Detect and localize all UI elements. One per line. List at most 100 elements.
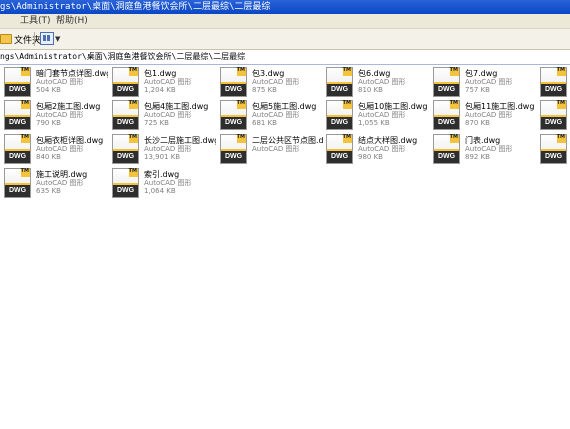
file-item[interactable]: TM DWG 包6.dwg AutoCAD 图形 810 KB	[326, 67, 431, 100]
dwg-file-icon: TM DWG	[540, 100, 567, 130]
file-item[interactable]: TM DWG 包3.dwg AutoCAD 图形 875 KB	[220, 67, 325, 100]
file-name: 包厢4施工图.dwg	[144, 102, 209, 111]
file-size: 875 KB	[252, 86, 277, 94]
file-type: AutoCAD 图形	[465, 78, 513, 86]
file-size: 980 KB	[358, 153, 383, 161]
file-type: AutoCAD 图形	[36, 145, 84, 153]
address-bar[interactable]: ngs\Administrator\桌面\洞庭鱼港餐饮会所\二层最综\二层最综	[0, 50, 570, 65]
menu-help[interactable]: 帮助(H)	[56, 14, 88, 28]
chevron-down-icon: ▼	[55, 34, 61, 43]
file-item[interactable]: TM DWG 暗门套节点详图.dwg AutoCAD 图形 504 KB	[4, 67, 109, 100]
file-type: AutoCAD 图形	[358, 111, 406, 119]
file-name: 包3.dwg	[252, 69, 285, 78]
file-type: AutoCAD 图形	[252, 145, 300, 153]
icon-trademark: TM	[556, 67, 565, 73]
file-item[interactable]: TM DWG 二层公共区节点图.dwgAutoCAD 图形	[220, 134, 325, 167]
dwg-file-icon: TM DWG	[433, 67, 460, 97]
file-name: 包厢11施工图.dwg	[465, 102, 535, 111]
file-type: AutoCAD 图形	[465, 111, 513, 119]
icon-label: DWG	[541, 84, 566, 96]
icon-trademark: TM	[128, 168, 137, 174]
file-item[interactable]: TM DWG 包厢5施工图.dwg AutoCAD 图形 681 KB	[220, 100, 325, 133]
icon-label: DWG	[327, 151, 352, 163]
icon-trademark: TM	[128, 134, 137, 140]
icon-trademark: TM	[236, 100, 245, 106]
icon-trademark: TM	[128, 67, 137, 73]
dwg-file-icon: TM DWG	[540, 67, 567, 97]
icon-label: DWG	[434, 151, 459, 163]
icon-label: DWG	[327, 117, 352, 129]
dwg-file-icon: TM DWG	[433, 100, 460, 130]
dwg-file-icon: TM DWG	[540, 134, 567, 164]
file-item[interactable]: TM DWG 包厢11施工图.dwg AutoCAD 图形 870 KB	[433, 100, 538, 133]
file-name: 暗门套节点详图.dwg	[36, 69, 108, 78]
file-name: 包厢衣柜详图.dwg	[36, 136, 104, 145]
dwg-file-icon: TM DWG	[220, 134, 247, 164]
file-item[interactable]: TM DWG 包1.dwg AutoCAD 图形 1,204 KB	[112, 67, 217, 100]
dwg-file-icon: TM DWG	[112, 100, 139, 130]
file-size: 840 KB	[36, 153, 61, 161]
icon-trademark: TM	[20, 100, 29, 106]
dwg-file-icon: TM DWG	[112, 134, 139, 164]
file-name: 施工说明.dwg	[36, 170, 88, 179]
dwg-file-icon: TM DWG	[433, 134, 460, 164]
file-size: 757 KB	[465, 86, 490, 94]
file-item[interactable]: TM DWG 长沙二层施工图.dwg AutoCAD 图形 13,901 KB	[112, 134, 217, 167]
file-size: 725 KB	[144, 119, 169, 127]
file-item[interactable]: TM DWG 索引.dwg AutoCAD 图形 1,064 KB	[112, 168, 217, 201]
icon-label: DWG	[327, 84, 352, 96]
address-path: ngs\Administrator\桌面\洞庭鱼港餐饮会所\二层最综\二层最综	[0, 52, 246, 61]
file-item[interactable]: TM DWG 包厢10施工图.dwg AutoCAD 图形 1,055 KB	[326, 100, 431, 133]
dwg-file-icon: TM DWG	[4, 67, 31, 97]
dwg-file-icon: TM DWG	[112, 67, 139, 97]
file-item[interactable]: TM DWG	[540, 100, 570, 133]
icon-label: DWG	[5, 117, 30, 129]
file-item[interactable]: TM DWG 施工说明.dwg AutoCAD 图形 635 KB	[4, 168, 109, 201]
icon-label: DWG	[434, 84, 459, 96]
file-name: 包厢2施工图.dwg	[36, 102, 101, 111]
file-item[interactable]: TM DWG 结点大样图.dwg AutoCAD 图形 980 KB	[326, 134, 431, 167]
file-item[interactable]: TM DWG 门表.dwg AutoCAD 图形 892 KB	[433, 134, 538, 167]
icon-label: DWG	[113, 117, 138, 129]
window-title: gs\Administrator\桌面\洞庭鱼港餐饮会所\二层最综\二层最综	[0, 2, 271, 12]
icon-label: DWG	[221, 84, 246, 96]
icon-label: DWG	[5, 84, 30, 96]
file-item[interactable]: TM DWG 包厢4施工图.dwg AutoCAD 图形 725 KB	[112, 100, 217, 133]
file-type: AutoCAD 图形	[252, 78, 300, 86]
file-name: 结点大样图.dwg	[358, 136, 418, 145]
file-item[interactable]: TM DWG 包7.dwg AutoCAD 图形 757 KB	[433, 67, 538, 100]
file-size: 13,901 KB	[144, 153, 181, 161]
file-name: 二层公共区节点图.dwg	[252, 136, 324, 145]
dwg-file-icon: TM DWG	[4, 168, 31, 198]
dwg-file-icon: TM DWG	[326, 134, 353, 164]
file-type: AutoCAD 图形	[252, 111, 300, 119]
file-type: AutoCAD 图形	[144, 78, 192, 86]
icon-trademark: TM	[449, 134, 458, 140]
file-item[interactable]: TM DWG 包厢2施工图.dwg AutoCAD 图形 790 KB	[4, 100, 109, 133]
file-item[interactable]: TM DWG	[540, 134, 570, 167]
icon-trademark: TM	[20, 67, 29, 73]
file-name: 包厢5施工图.dwg	[252, 102, 317, 111]
views-button[interactable]: ▼	[40, 32, 60, 45]
file-item[interactable]: TM DWG 包厢衣柜详图.dwg AutoCAD 图形 840 KB	[4, 134, 109, 167]
file-name: 包1.dwg	[144, 69, 177, 78]
file-type: AutoCAD 图形	[358, 145, 406, 153]
file-type: AutoCAD 图形	[36, 78, 84, 86]
file-size: 681 KB	[252, 119, 277, 127]
icon-label: DWG	[541, 151, 566, 163]
dwg-file-icon: TM DWG	[326, 100, 353, 130]
file-item[interactable]: TM DWG	[540, 67, 570, 100]
file-name: 索引.dwg	[144, 170, 180, 179]
icon-trademark: TM	[342, 67, 351, 73]
dwg-file-icon: TM DWG	[220, 67, 247, 97]
file-size: 1,204 KB	[144, 86, 176, 94]
icon-trademark: TM	[20, 134, 29, 140]
icon-label: DWG	[113, 84, 138, 96]
file-type: AutoCAD 图形	[144, 145, 192, 153]
menu-tools[interactable]: 工具(T)	[20, 14, 51, 28]
file-size: 892 KB	[465, 153, 490, 161]
file-list: TM DWG 暗门套节点详图.dwg AutoCAD 图形 504 KB TM DWG 包1.…	[0, 65, 570, 429]
icon-trademark: TM	[449, 100, 458, 106]
menu-bar: 工具(T) 帮助(H)	[0, 14, 570, 29]
file-name: 包6.dwg	[358, 69, 391, 78]
